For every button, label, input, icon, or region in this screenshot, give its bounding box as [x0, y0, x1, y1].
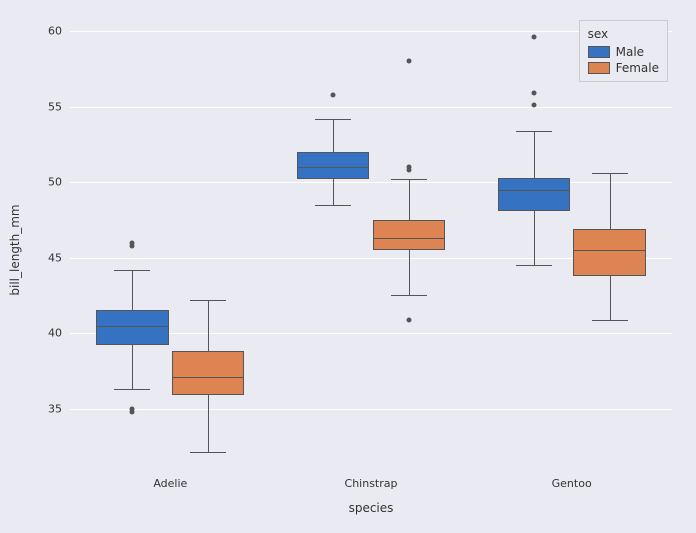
- whisker-cap: [315, 205, 351, 206]
- whisker: [208, 395, 209, 452]
- median-line: [373, 238, 445, 239]
- legend-entry: Male: [588, 45, 659, 59]
- whisker: [132, 345, 133, 389]
- whisker-cap: [391, 179, 427, 180]
- whisker: [610, 276, 611, 320]
- whisker: [409, 179, 410, 220]
- y-tick-label: 40: [48, 327, 70, 340]
- x-tick-label: Chinstrap: [345, 469, 398, 490]
- median-line: [96, 326, 168, 327]
- outlier-point: [406, 317, 411, 322]
- median-line: [172, 377, 244, 378]
- y-tick-label: 50: [48, 176, 70, 189]
- whisker: [333, 119, 334, 152]
- whisker: [534, 211, 535, 265]
- outlier-point: [130, 240, 135, 245]
- box: [573, 229, 645, 276]
- box: [172, 351, 244, 395]
- legend-title: sex: [588, 27, 659, 41]
- whisker-cap: [114, 389, 150, 390]
- outlier-point: [531, 103, 536, 108]
- median-line: [498, 190, 570, 191]
- whisker-cap: [190, 452, 226, 453]
- legend-label: Male: [616, 45, 644, 59]
- outlier-point: [406, 59, 411, 64]
- whisker: [610, 173, 611, 229]
- whisker-cap: [391, 295, 427, 296]
- whisker: [208, 300, 209, 351]
- whisker: [333, 179, 334, 205]
- x-tick-label: Adelie: [153, 469, 187, 490]
- whisker-cap: [516, 265, 552, 266]
- x-tick-label: Gentoo: [552, 469, 592, 490]
- chart-frame: 354045505560AdelieChinstrapGentoo bill_l…: [0, 0, 696, 533]
- whisker-cap: [592, 320, 628, 321]
- gridline: [70, 409, 672, 410]
- whisker-cap: [516, 131, 552, 132]
- outlier-point: [130, 406, 135, 411]
- legend-entry: Female: [588, 61, 659, 75]
- gridline: [70, 182, 672, 183]
- whisker: [132, 270, 133, 311]
- y-tick-label: 35: [48, 402, 70, 415]
- legend-swatch: [588, 46, 610, 58]
- y-tick-label: 55: [48, 100, 70, 113]
- legend: sex Male Female: [579, 20, 668, 82]
- y-tick-label: 45: [48, 251, 70, 264]
- y-axis-label: bill_length_mm: [8, 190, 22, 310]
- box: [297, 152, 369, 179]
- median-line: [573, 250, 645, 251]
- whisker: [534, 131, 535, 178]
- box: [498, 178, 570, 211]
- outlier-point: [531, 35, 536, 40]
- whisker-cap: [315, 119, 351, 120]
- legend-label: Female: [616, 61, 659, 75]
- whisker-cap: [190, 300, 226, 301]
- whisker: [409, 250, 410, 295]
- box: [96, 310, 168, 345]
- whisker-cap: [592, 173, 628, 174]
- whisker-cap: [114, 270, 150, 271]
- plot-area: 354045505560AdelieChinstrapGentoo: [70, 16, 672, 469]
- outlier-point: [531, 91, 536, 96]
- outlier-point: [331, 92, 336, 97]
- y-tick-label: 60: [48, 25, 70, 38]
- gridline: [70, 107, 672, 108]
- x-axis-label: species: [349, 501, 394, 515]
- legend-swatch: [588, 62, 610, 74]
- median-line: [297, 167, 369, 168]
- outlier-point: [406, 165, 411, 170]
- box: [373, 220, 445, 250]
